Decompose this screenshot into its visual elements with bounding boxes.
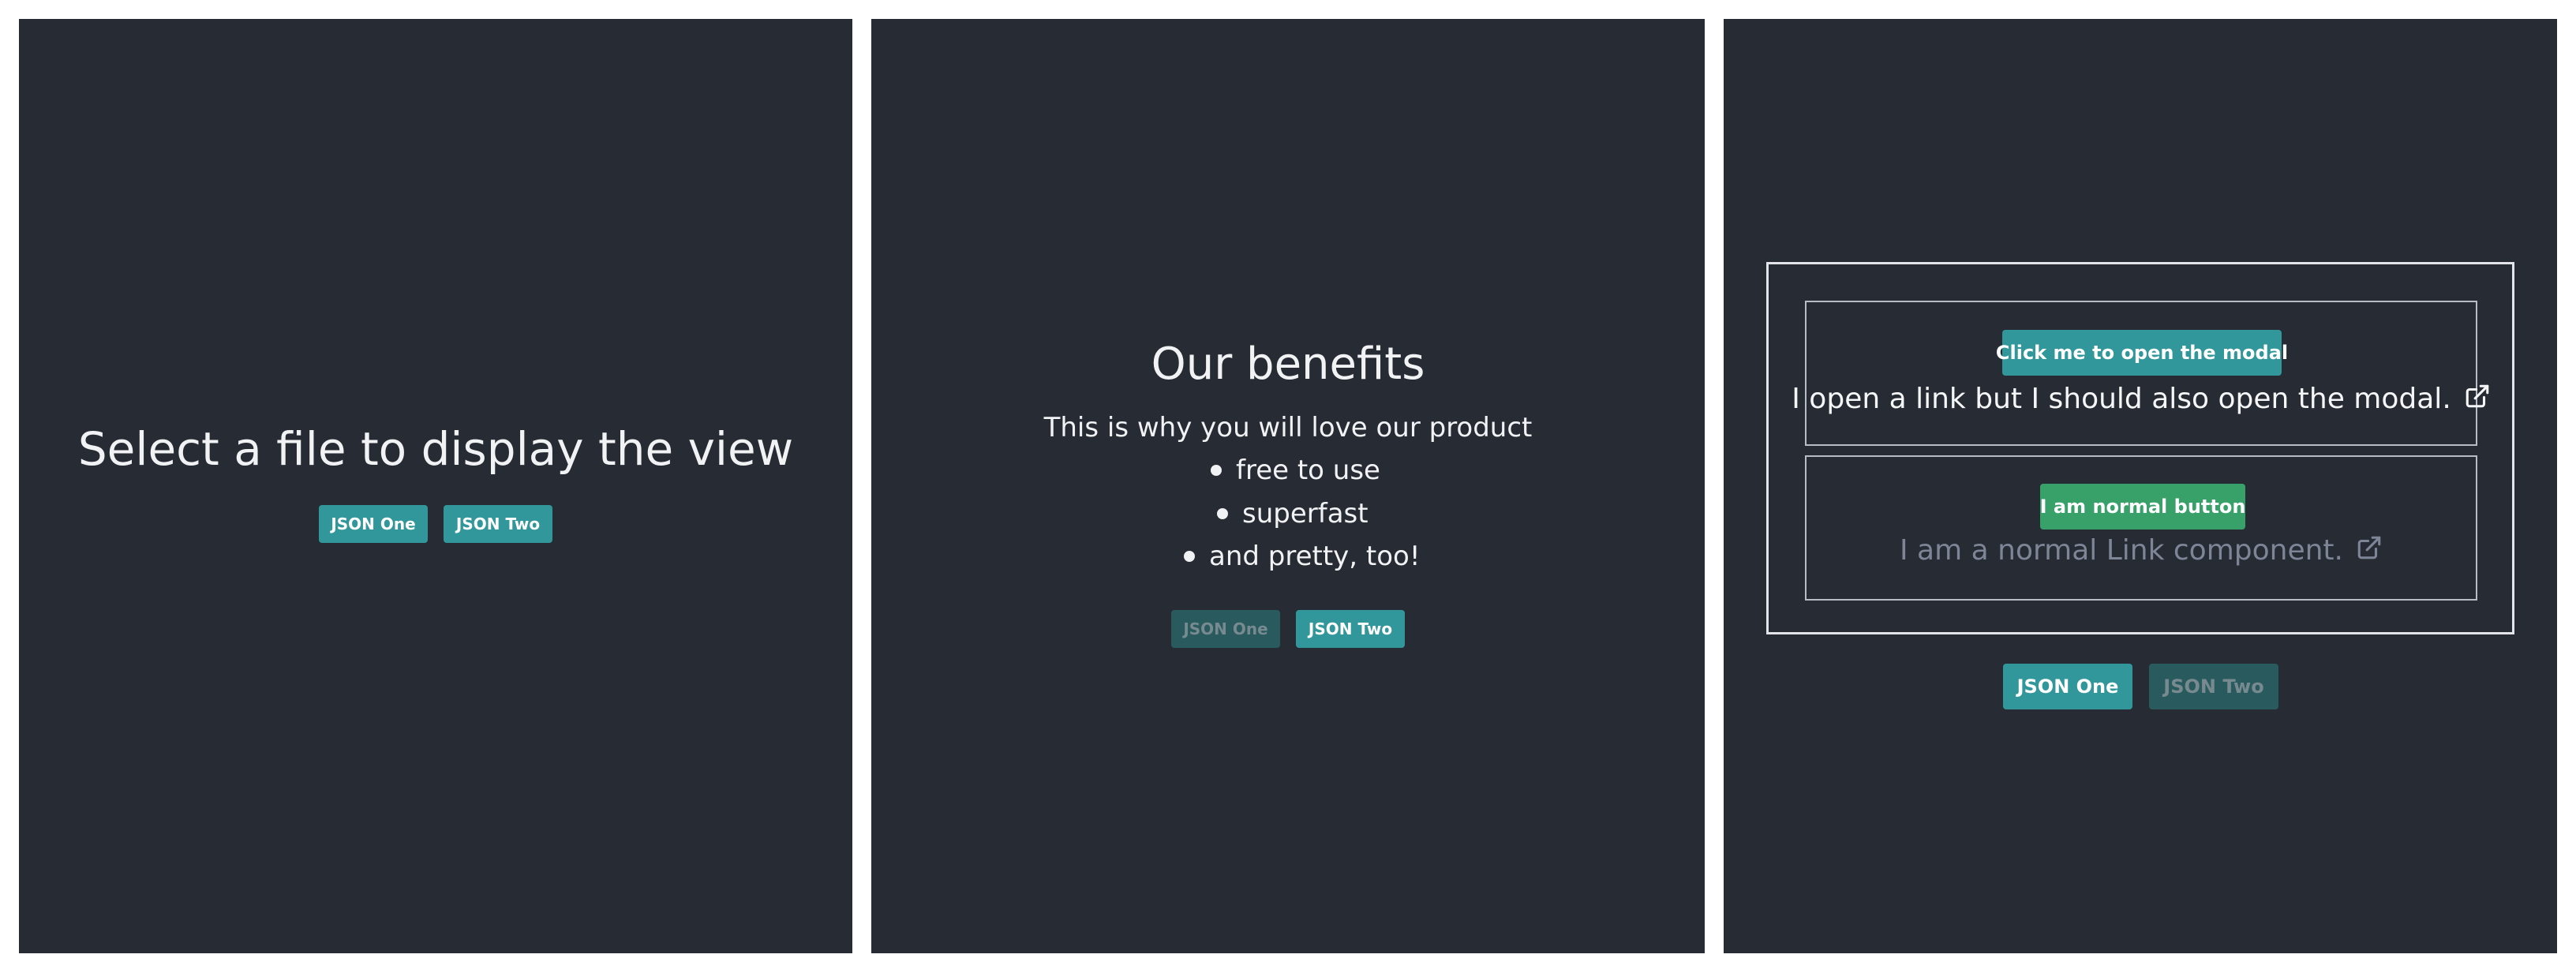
list-item-label: free to use xyxy=(1236,455,1380,486)
normal-button[interactable]: I am normal button xyxy=(2040,484,2245,530)
open-modal-button[interactable]: Click me to open the modal xyxy=(1996,330,2288,376)
json-two-button[interactable]: JSON Two xyxy=(444,505,552,543)
normal-link[interactable]: I am a normal Link component. xyxy=(1807,534,2476,567)
modal-link-text[interactable]: I open a link but I should also open the… xyxy=(1792,384,2451,414)
list-item-label: and pretty, too! xyxy=(1209,541,1421,572)
json-one-button[interactable]: JSON One xyxy=(1171,610,1280,648)
bullet-dot-icon xyxy=(1211,465,1222,476)
list-item: free to use xyxy=(1211,457,1380,484)
panel-empty-state: Select a file to display the view JSON O… xyxy=(19,19,852,953)
benefits-heading: Our benefits xyxy=(1151,339,1425,390)
bullet-dot-icon xyxy=(1184,551,1195,562)
normal-link-text[interactable]: I am a normal Link component. xyxy=(1900,536,2343,565)
list-item: and pretty, too! xyxy=(1184,543,1420,570)
json-two-button[interactable]: JSON Two xyxy=(2149,664,2278,709)
list-item-label: superfast xyxy=(1242,498,1368,530)
json-two-button[interactable]: JSON Two xyxy=(1296,610,1405,648)
json-one-button[interactable]: JSON One xyxy=(319,505,428,543)
external-link-icon[interactable] xyxy=(2464,383,2491,415)
list-item: superfast xyxy=(1217,500,1368,527)
panel-json-one-view: Our benefits This is why you will love o… xyxy=(871,19,1705,953)
normal-link-card: I am normal button I am a normal Link co… xyxy=(1805,455,2477,601)
modal-link[interactable]: I open a link but I should also open the… xyxy=(1792,383,2489,415)
benefits-subtitle: This is why you will love our product xyxy=(1043,412,1533,443)
bullet-dot-icon xyxy=(1217,508,1228,519)
select-file-heading: Select a file to display the view xyxy=(77,422,794,476)
modal-link-card: Click me to open the modal I open a link… xyxy=(1792,301,2489,446)
panel-json-two-view: Click me to open the modal I open a link… xyxy=(1724,19,2557,953)
external-link-icon[interactable] xyxy=(2356,534,2383,567)
json-one-button[interactable]: JSON One xyxy=(2003,664,2132,709)
components-container: Click me to open the modal I open a link… xyxy=(1766,262,2514,634)
